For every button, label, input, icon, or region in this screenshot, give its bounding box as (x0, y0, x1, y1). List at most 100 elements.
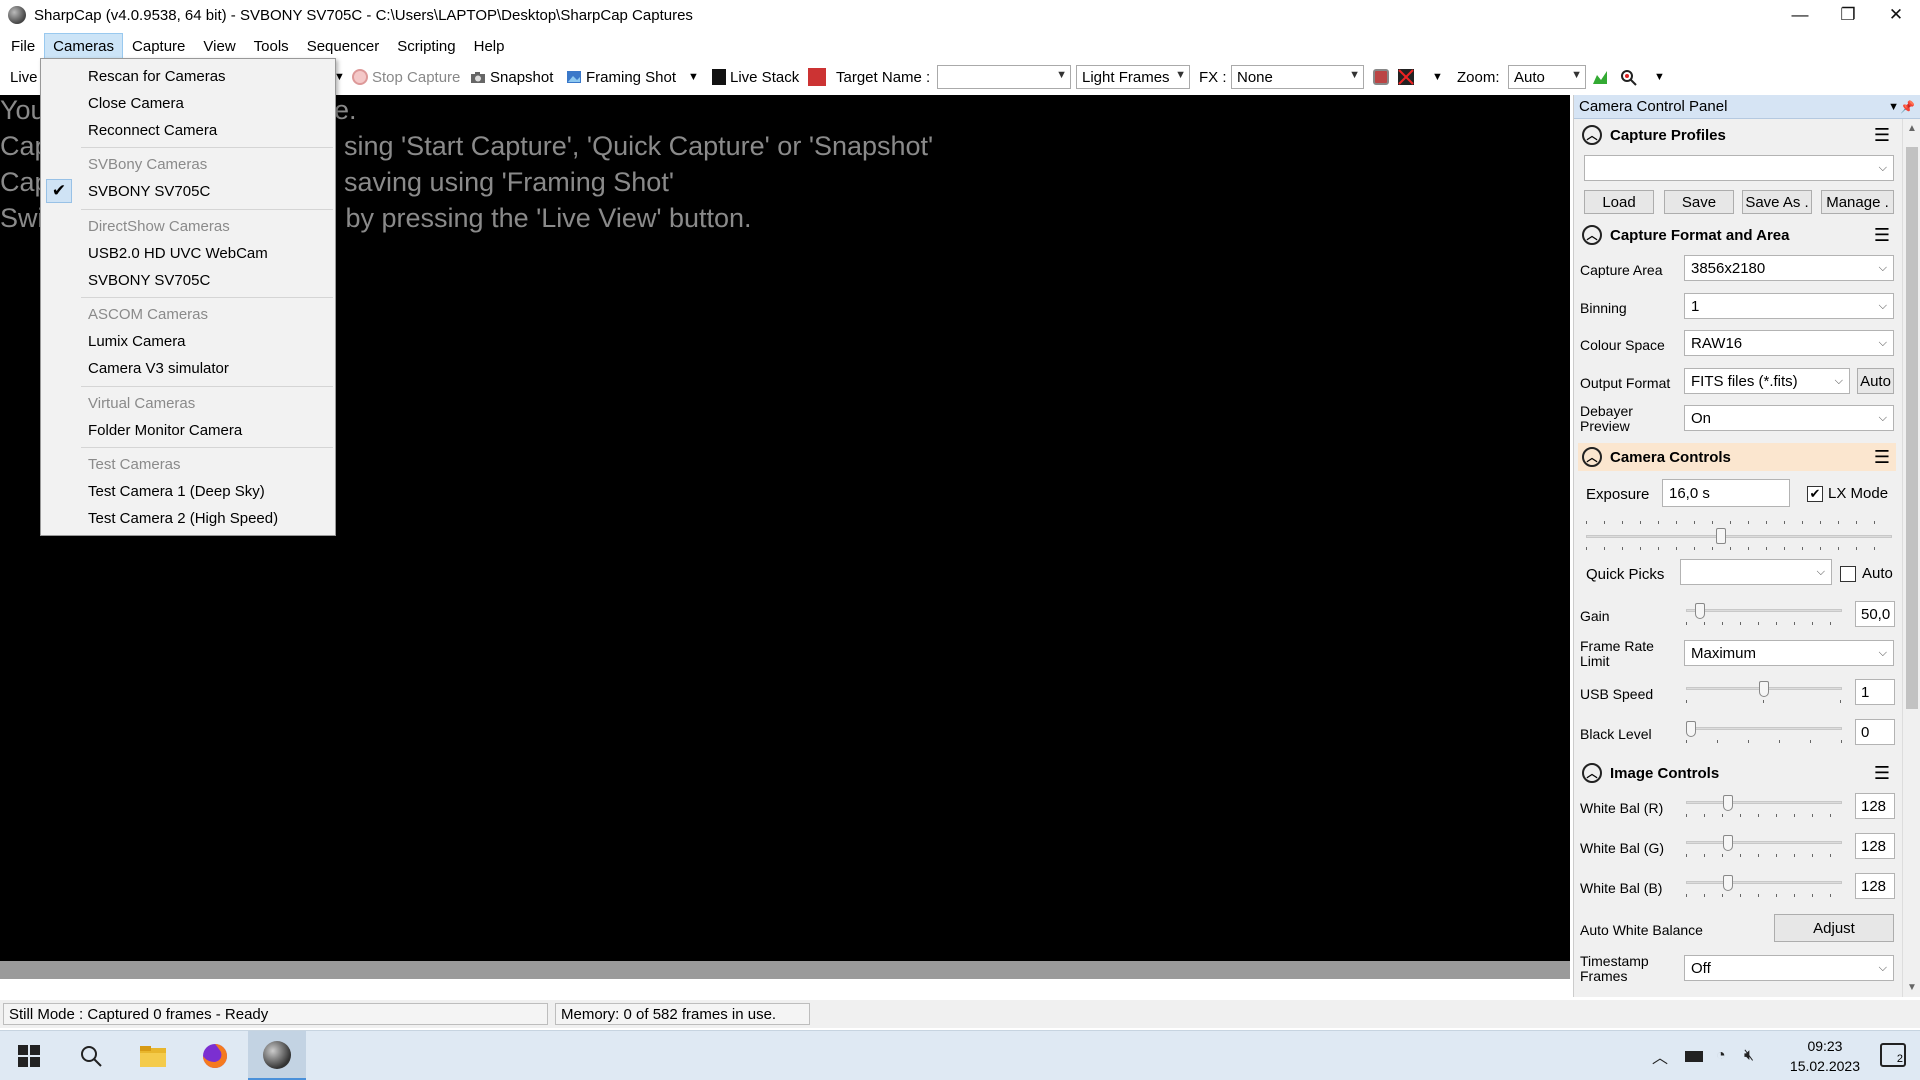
usb-speed-slider[interactable] (1686, 681, 1842, 703)
adjust-button[interactable]: Adjust (1774, 914, 1894, 942)
framing-shot-button[interactable]: Framing Shot (566, 69, 676, 86)
menu-sequencer[interactable]: Sequencer (298, 33, 389, 60)
manage-button[interactable]: Manage . (1821, 190, 1894, 214)
menu-view[interactable]: View (194, 33, 244, 60)
scrollbar-thumb[interactable] (1906, 147, 1918, 709)
timestamp-frames-combo[interactable]: Off ⌵ (1684, 955, 1894, 981)
colour-space-combo[interactable]: RAW16 ⌵ (1684, 330, 1894, 356)
speaker-muted-icon[interactable]: 🔇︎ (1744, 1031, 1754, 1080)
gain-value-box[interactable]: 50,0 (1855, 601, 1895, 627)
menu-item-test-camera-2[interactable]: Test Camera 2 (High Speed) (41, 505, 335, 531)
white-bal-r-value-box[interactable]: 128 (1855, 793, 1895, 819)
capture-profile-combo[interactable]: ⌵ (1584, 155, 1894, 181)
slider-thumb[interactable] (1759, 681, 1769, 697)
menu-item-camera-v3-simulator[interactable]: Camera V3 simulator (41, 355, 335, 381)
white-bal-b-value-box[interactable]: 128 (1855, 873, 1895, 899)
output-format-combo[interactable]: FITS files (*.fits) ⌵ (1684, 368, 1850, 394)
collapse-icon[interactable]: ︿ (1582, 763, 1602, 783)
black-level-slider[interactable] (1686, 721, 1842, 743)
exposure-input[interactable]: 16,0 s (1662, 479, 1790, 507)
section-capture-profiles[interactable]: ︿ Capture Profiles ☰ (1578, 121, 1896, 149)
menu-item-lumix-camera[interactable]: Lumix Camera (41, 328, 335, 354)
menu-capture[interactable]: Capture (123, 33, 194, 60)
quick-picks-combo[interactable]: ⌵ (1680, 559, 1832, 585)
panel-dropdown-icon[interactable]: ▼ (1888, 101, 1899, 113)
frame-type-combo[interactable]: Light Frames ▼ (1076, 65, 1190, 89)
framing-shot-dropdown-arrow[interactable]: ▼ (688, 71, 699, 83)
firefox-button[interactable] (186, 1031, 244, 1080)
debayer-preview-combo[interactable]: On ⌵ (1684, 405, 1894, 431)
menu-item-rescan-for-cameras[interactable]: Rescan for Cameras (41, 63, 335, 89)
hamburger-menu-icon[interactable]: ☰ (1874, 225, 1890, 246)
slider-thumb[interactable] (1723, 875, 1733, 891)
white-bal-r-slider[interactable] (1686, 795, 1842, 817)
section-capture-format-and-area[interactable]: ︿ Capture Format and Area ☰ (1578, 221, 1896, 249)
slider-thumb[interactable] (1695, 603, 1705, 619)
record-circle-icon[interactable] (1373, 69, 1393, 85)
live-view-button[interactable]: Live (10, 69, 38, 86)
menu-item-svbony-sv705c[interactable]: ✔ SVBONY SV705C (41, 178, 335, 204)
histogram-tool-icon[interactable] (1398, 69, 1418, 85)
pin-icon[interactable]: 📌 (1900, 100, 1915, 114)
search-button[interactable] (62, 1031, 120, 1080)
white-bal-b-slider[interactable] (1686, 875, 1842, 897)
menu-file[interactable]: File (2, 33, 44, 60)
slider-thumb[interactable] (1686, 721, 1696, 737)
section-image-controls[interactable]: ︿ Image Controls ☰ (1578, 759, 1896, 787)
viewport-horizontal-scrollbar[interactable] (0, 961, 1570, 979)
save-button[interactable]: Save (1664, 190, 1734, 214)
white-bal-g-slider[interactable] (1686, 835, 1842, 857)
frame-rate-limit-combo[interactable]: Maximum ⌵ (1684, 640, 1894, 666)
fx-combo[interactable]: None ▼ (1231, 65, 1364, 89)
tools-dropdown-arrow[interactable]: ▼ (1432, 71, 1443, 83)
minimize-button[interactable]: — (1776, 0, 1824, 30)
gain-slider[interactable] (1686, 603, 1842, 625)
battery-icon[interactable] (1685, 1031, 1703, 1080)
notifications-icon[interactable]: 2 (1880, 1043, 1906, 1067)
start-button[interactable] (0, 1031, 58, 1080)
save-as-button[interactable]: Save As . (1742, 190, 1812, 214)
wifi-icon[interactable]: ◔ (1716, 1031, 1726, 1080)
focus-assist-icon[interactable] (1620, 69, 1640, 86)
black-level-value-box[interactable]: 0 (1855, 719, 1895, 745)
hamburger-menu-icon[interactable]: ☰ (1874, 447, 1890, 468)
collapse-icon[interactable]: ︿ (1582, 225, 1602, 245)
collapse-icon[interactable]: ︿ (1582, 447, 1602, 467)
exposure-slider[interactable] (1586, 521, 1892, 550)
output-format-auto-button[interactable]: Auto (1857, 368, 1894, 394)
menu-help[interactable]: Help (465, 33, 514, 60)
menu-item-directshow-svbony-sv705c[interactable]: SVBONY SV705C (41, 267, 335, 293)
collapse-icon[interactable]: ︿ (1582, 125, 1602, 145)
histogram-icon[interactable] (1592, 69, 1612, 85)
usb-speed-value-box[interactable]: 1 (1855, 679, 1895, 705)
slider-thumb[interactable] (1723, 795, 1733, 811)
menu-item-usb2-hd-uvc-webcam[interactable]: USB2.0 HD UVC WebCam (41, 240, 335, 266)
live-stack-button[interactable]: Live Stack (712, 69, 799, 86)
snapshot-button[interactable]: Snapshot (470, 69, 553, 86)
hamburger-menu-icon[interactable]: ☰ (1874, 763, 1890, 784)
slider-thumb[interactable] (1723, 835, 1733, 851)
section-camera-controls[interactable]: ︿ Camera Controls ☰ (1578, 443, 1896, 471)
sharpcap-taskbar-button[interactable] (248, 1031, 306, 1080)
menu-tools[interactable]: Tools (245, 33, 298, 60)
show-hidden-icons-button[interactable]: ︿ (1652, 1031, 1668, 1080)
slider-thumb[interactable] (1716, 528, 1726, 544)
target-name-combo[interactable]: ▼ (937, 65, 1071, 89)
menu-item-folder-monitor-camera[interactable]: Folder Monitor Camera (41, 417, 335, 443)
menu-item-reconnect-camera[interactable]: Reconnect Camera (41, 117, 335, 143)
panel-vertical-scrollbar[interactable]: ▲ ▼ (1902, 119, 1920, 997)
quick-picks-auto-checkbox[interactable] (1840, 566, 1856, 582)
lx-mode-checkbox[interactable]: ✔ (1807, 486, 1823, 502)
menu-cameras[interactable]: Cameras (44, 32, 124, 60)
white-bal-g-value-box[interactable]: 128 (1855, 833, 1895, 859)
focus-dropdown-arrow[interactable]: ▼ (1654, 71, 1665, 83)
hamburger-menu-icon[interactable]: ☰ (1874, 125, 1890, 146)
file-explorer-button[interactable] (124, 1031, 182, 1080)
stop-capture-button[interactable]: Stop Capture (352, 69, 460, 86)
zoom-combo[interactable]: Auto ▼ (1508, 65, 1586, 89)
taskbar-clock[interactable]: 09:23 15.02.2023 (1790, 1036, 1860, 1076)
record-icon[interactable] (808, 68, 830, 86)
binning-combo[interactable]: 1 ⌵ (1684, 293, 1894, 319)
menu-scripting[interactable]: Scripting (388, 33, 464, 60)
restore-button[interactable]: ❐ (1824, 0, 1872, 30)
